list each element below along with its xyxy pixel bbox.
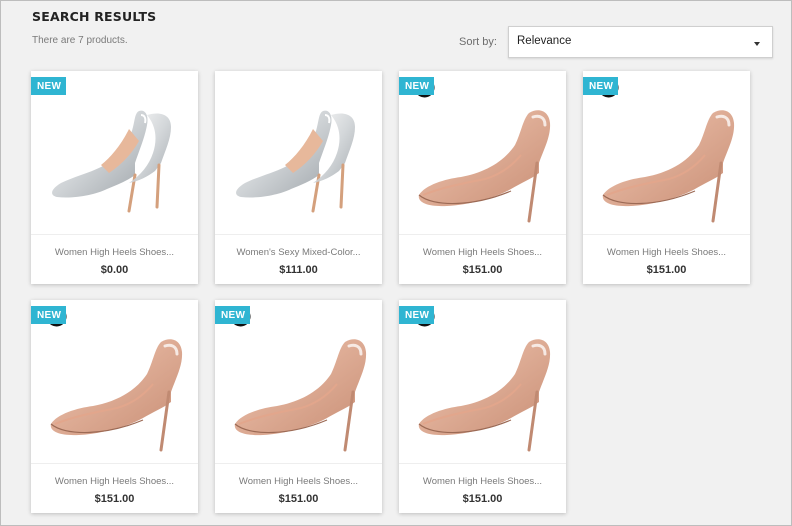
product-name[interactable]: Women High Heels Shoes... (215, 476, 382, 487)
new-badge: NEW (31, 306, 67, 324)
product-price: $151.00 (278, 493, 319, 505)
product-name[interactable]: Women High Heels Shoes... (399, 247, 566, 258)
product-card[interactable]: Women's Sexy Mixed-Color... $111.00 (215, 71, 382, 284)
product-card[interactable]: NEW Women High Heels Shoes... $0.00 (31, 71, 198, 284)
product-price: $0.00 (100, 264, 129, 276)
product-name[interactable]: Women High Heels Shoes... (399, 476, 566, 487)
product-name[interactable]: Women's Sexy Mixed-Color... (215, 247, 382, 258)
product-price: $151.00 (462, 493, 503, 505)
new-badge: NEW (215, 306, 251, 324)
product-price: $111.00 (279, 264, 318, 276)
sort-select[interactable]: Relevance (508, 26, 773, 58)
product-card[interactable]: NEW Women High Heels Shoes... $151.00 (215, 300, 382, 513)
new-badge: NEW (399, 77, 435, 95)
product-card[interactable]: NEW Women High Heels Shoes... $151.00 (399, 71, 566, 284)
product-card[interactable]: NEW Women High Heels Shoes... $151.00 (583, 71, 750, 284)
product-image[interactable] (215, 71, 382, 235)
new-badge: NEW (399, 306, 435, 324)
sort-label: Sort by: (459, 36, 497, 48)
sort-selected-value: Relevance (517, 35, 572, 47)
new-badge: NEW (31, 77, 67, 95)
product-price: $151.00 (462, 264, 503, 276)
product-card[interactable]: NEW Women High Heels Shoes... $151.00 (399, 300, 566, 513)
product-name[interactable]: Women High Heels Shoes... (583, 247, 750, 258)
product-count: There are 7 products. (32, 35, 128, 46)
page-title: SEARCH RESULTS (32, 9, 157, 24)
product-card[interactable]: NEW Women High Heels Shoes... $151.00 (31, 300, 198, 513)
product-name[interactable]: Women High Heels Shoes... (31, 247, 198, 258)
product-name[interactable]: Women High Heels Shoes... (31, 476, 198, 487)
chevron-down-icon (754, 42, 760, 46)
product-price: $151.00 (646, 264, 687, 276)
product-image[interactable] (31, 71, 198, 235)
product-price: $151.00 (94, 493, 135, 505)
new-badge: NEW (583, 77, 619, 95)
